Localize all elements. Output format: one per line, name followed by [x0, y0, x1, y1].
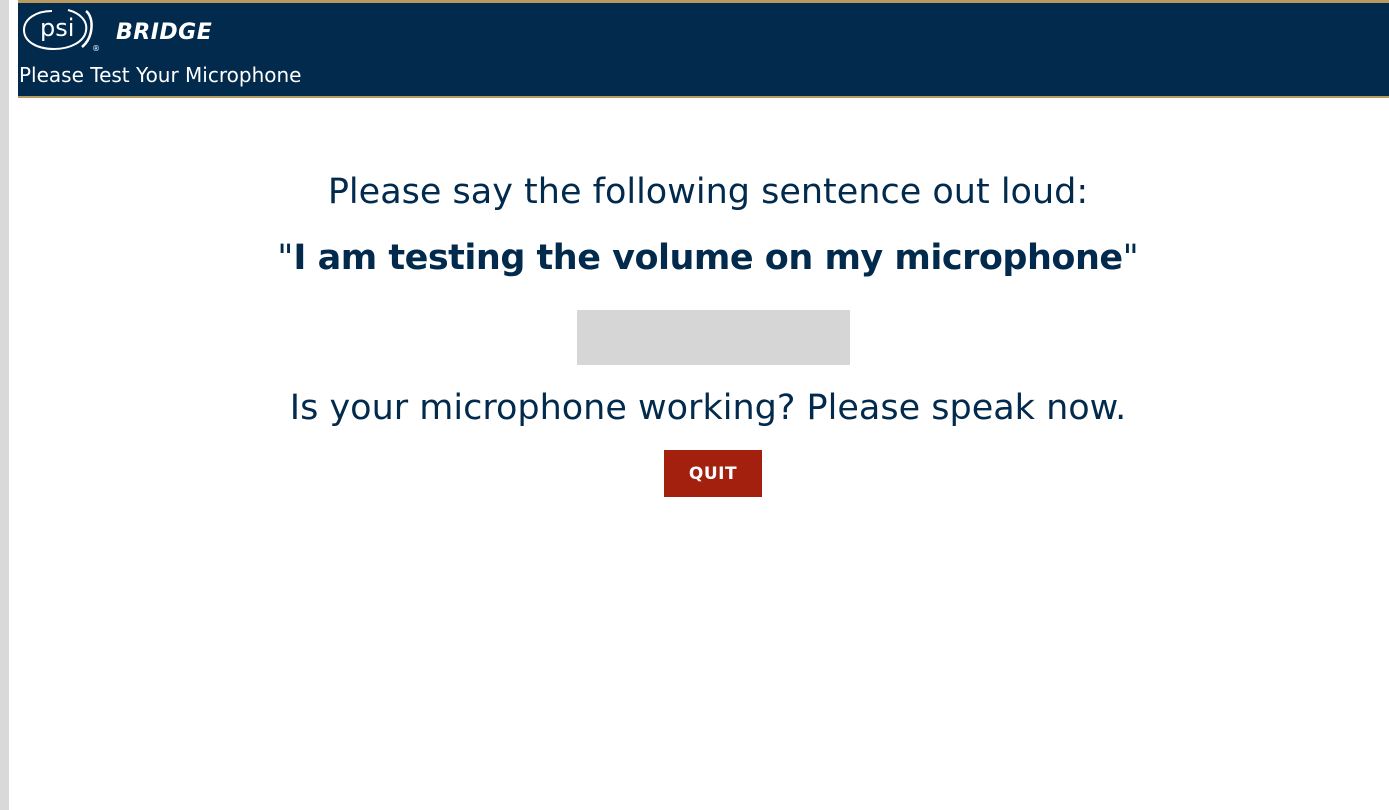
- sentence-close-quote: ": [1122, 238, 1139, 278]
- page-title: Please Test Your Microphone: [19, 63, 302, 87]
- app-header: psi ® BRIDGE Please Test Your Microphone: [18, 0, 1389, 98]
- sentence-text: I am testing the volume on my microphone: [293, 238, 1123, 278]
- logo-bridge-text: BRIDGE: [116, 20, 213, 45]
- mic-question-text: Is your microphone working? Please speak…: [289, 388, 1127, 428]
- volume-meter: [577, 310, 850, 365]
- logo-registered-mark: ®: [92, 44, 100, 53]
- logo-psi-text: psi: [40, 14, 75, 42]
- sentence-open-quote: ": [277, 238, 294, 278]
- instruction-text: Please say the following sentence out lo…: [327, 172, 1089, 212]
- quit-button[interactable]: QUIT: [664, 450, 762, 497]
- app-window: psi ® BRIDGE Please Test Your Microphone…: [0, 0, 1389, 810]
- mic-test-panel: Please say the following sentence out lo…: [18, 98, 1389, 810]
- test-sentence: "I am testing the volume on my microphon…: [18, 236, 1389, 280]
